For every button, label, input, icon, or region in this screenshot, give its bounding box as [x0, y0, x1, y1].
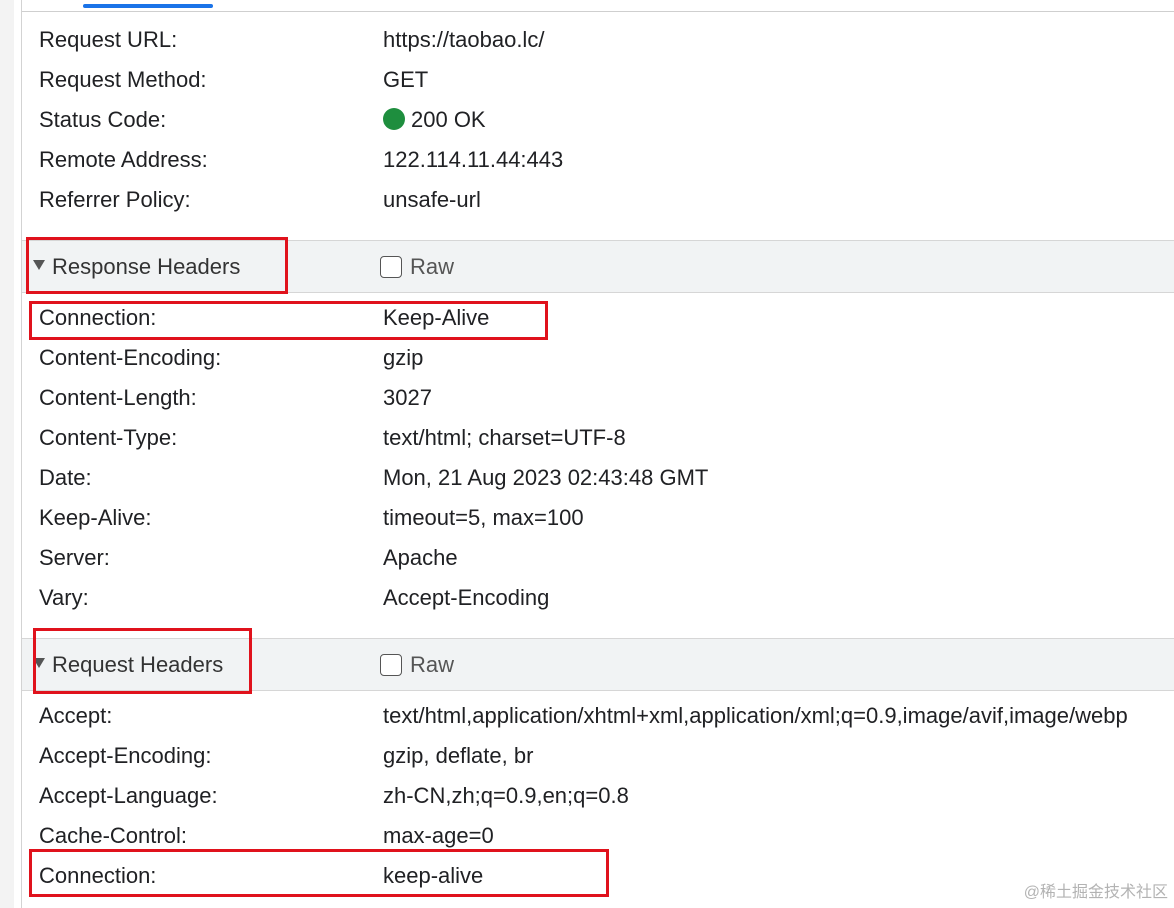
status-text: 200 OK: [411, 107, 486, 132]
header-key: Request URL:: [39, 27, 178, 52]
header-key: Request Method:: [39, 67, 207, 92]
header-key: Cache-Control:: [39, 823, 187, 848]
raw-checkbox[interactable]: [380, 256, 402, 278]
header-value[interactable]: https://taobao.lc/: [383, 20, 544, 60]
header-key: Date:: [39, 465, 92, 490]
watermark: @稀土掘金技术社区: [1023, 884, 1168, 901]
status-ok-icon: [383, 108, 405, 130]
header-value[interactable]: keep-alive: [383, 856, 483, 896]
tab-bar-border: [22, 11, 1174, 12]
header-key: Content-Length:: [39, 385, 197, 410]
panel-divider: [21, 0, 22, 908]
header-value[interactable]: Apache: [383, 538, 458, 578]
response-headers-title[interactable]: Response Headers: [52, 241, 240, 292]
header-key: Accept-Encoding:: [39, 743, 212, 768]
active-tab-indicator: [83, 4, 213, 8]
header-value[interactable]: gzip: [383, 338, 423, 378]
triangle-down-icon[interactable]: [33, 260, 45, 270]
header-value[interactable]: unsafe-url: [383, 180, 481, 220]
header-key: Connection:: [39, 863, 157, 888]
header-value[interactable]: Mon, 21 Aug 2023 02:43:48 GMT: [383, 458, 708, 498]
raw-label[interactable]: Raw: [410, 241, 454, 292]
header-value[interactable]: Keep-Alive: [383, 298, 489, 338]
header-value[interactable]: 122.114.11.44:443: [383, 140, 563, 180]
triangle-down-icon[interactable]: [33, 658, 45, 668]
header-key: Content-Encoding:: [39, 345, 222, 370]
header-key: Accept-Language:: [39, 783, 218, 808]
header-key: Server:: [39, 545, 110, 570]
header-key: Status Code:: [39, 107, 167, 132]
header-value[interactable]: timeout=5, max=100: [383, 498, 584, 538]
header-value[interactable]: text/html; charset=UTF-8: [383, 418, 626, 458]
header-value[interactable]: 3027: [383, 378, 432, 418]
header-key: Connection:: [39, 305, 157, 330]
header-key: Vary:: [39, 585, 89, 610]
header-value[interactable]: zh-CN,zh;q=0.9,en;q=0.8: [383, 776, 629, 816]
header-key: Referrer Policy:: [39, 187, 191, 212]
request-headers-title[interactable]: Request Headers: [52, 639, 223, 690]
request-headers-section-header[interactable]: Request Headers Raw: [22, 638, 1174, 691]
left-panel-edge: [0, 0, 14, 908]
header-value[interactable]: GET: [383, 60, 428, 100]
header-value[interactable]: Accept-Encoding: [383, 578, 549, 618]
raw-label[interactable]: Raw: [410, 639, 454, 690]
header-key: Keep-Alive:: [39, 505, 152, 530]
raw-checkbox[interactable]: [380, 654, 402, 676]
header-key: Remote Address:: [39, 147, 208, 172]
status-value[interactable]: 200 OK: [383, 100, 486, 140]
header-value[interactable]: gzip, deflate, br: [383, 736, 533, 776]
header-key: Content-Type:: [39, 425, 178, 450]
header-value[interactable]: max-age=0: [383, 816, 494, 856]
header-value[interactable]: text/html,application/xhtml+xml,applicat…: [383, 696, 1173, 736]
response-headers-section-header[interactable]: Response Headers Raw: [22, 240, 1174, 293]
header-key: Accept:: [39, 703, 113, 728]
